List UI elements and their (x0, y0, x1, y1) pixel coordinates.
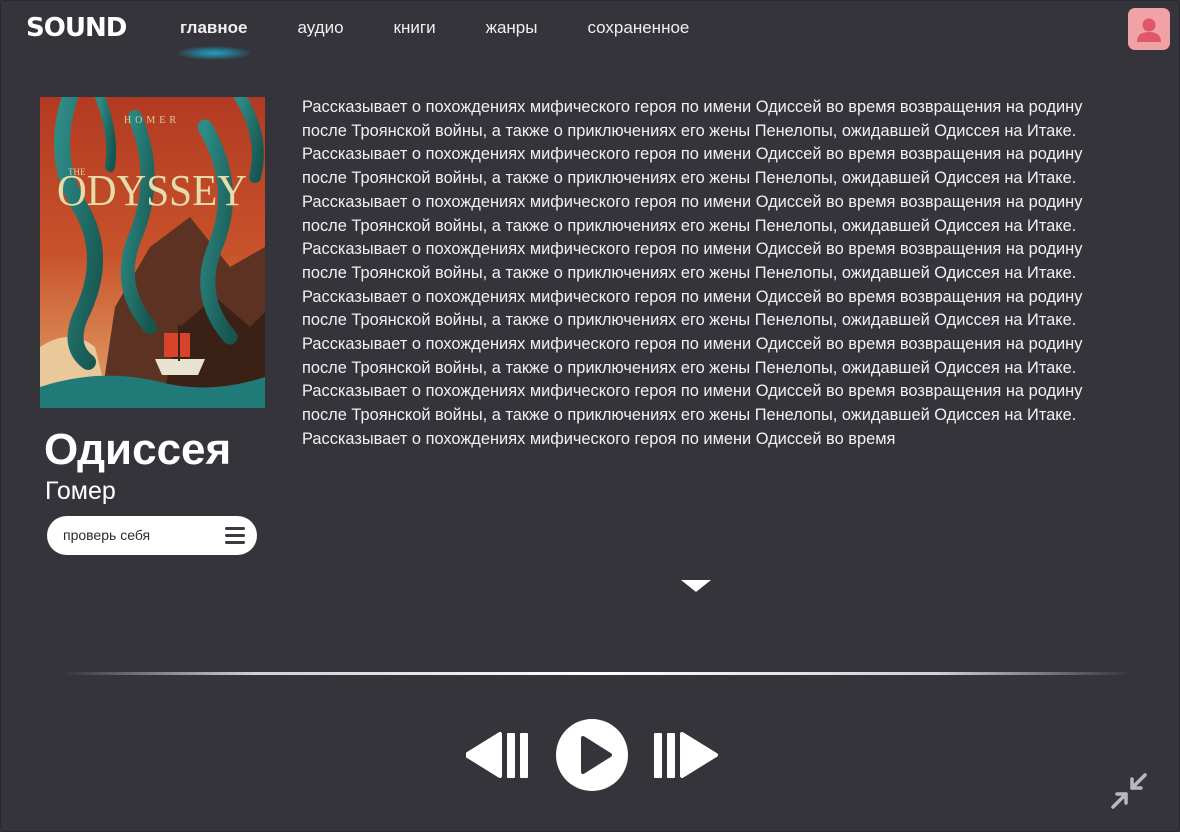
nav-item-label: аудио (297, 18, 344, 37)
menu-lines-icon (225, 527, 245, 545)
user-avatar-icon (1137, 18, 1161, 42)
book-description: Рассказывает о похождениях мифического г… (302, 98, 1083, 448)
book-description-panel[interactable]: Рассказывает о похождениях мифического г… (302, 96, 1120, 590)
play-button[interactable] (555, 718, 629, 792)
main-nav: главное аудио книги жанры сохраненное (175, 16, 689, 60)
chevron-down-icon (681, 580, 711, 592)
collapse-arrows-icon (1111, 773, 1147, 809)
nav-item-label: книги (393, 18, 436, 37)
fast-forward-button[interactable] (654, 730, 718, 780)
collapse-player-button[interactable] (1108, 770, 1150, 812)
book-cover: HOMER THE ODYSSEY (40, 97, 265, 408)
quiz-button[interactable]: проверь себя (47, 516, 257, 555)
app-logo[interactable]: SOUND (26, 12, 127, 44)
nav-item-label: жанры (485, 18, 538, 37)
active-tab-indicator (175, 46, 252, 60)
nav-item-main[interactable]: главное (175, 16, 252, 60)
rewind-icon (466, 732, 528, 778)
nav-item-audio[interactable]: аудио (297, 16, 343, 40)
svg-text:ODYSSEY: ODYSSEY (57, 166, 247, 215)
nav-item-saved[interactable]: сохраненное (587, 16, 689, 40)
quiz-button-label: проверь себя (63, 527, 151, 543)
nav-item-label: главное (180, 18, 248, 37)
nav-item-label: сохраненное (587, 18, 690, 37)
book-author: Гомер (45, 477, 116, 505)
svg-text:HOMER: HOMER (124, 115, 180, 126)
nav-item-books[interactable]: книги (394, 16, 436, 40)
playback-progress-bar[interactable] (62, 672, 1130, 675)
user-avatar-button[interactable] (1128, 8, 1170, 50)
fast-forward-icon (654, 732, 718, 778)
play-icon (556, 719, 628, 791)
nav-item-genres[interactable]: жанры (486, 16, 538, 40)
book-title: Одиссея (44, 425, 232, 474)
expand-description-button[interactable] (680, 578, 712, 592)
rewind-button[interactable] (466, 730, 530, 780)
